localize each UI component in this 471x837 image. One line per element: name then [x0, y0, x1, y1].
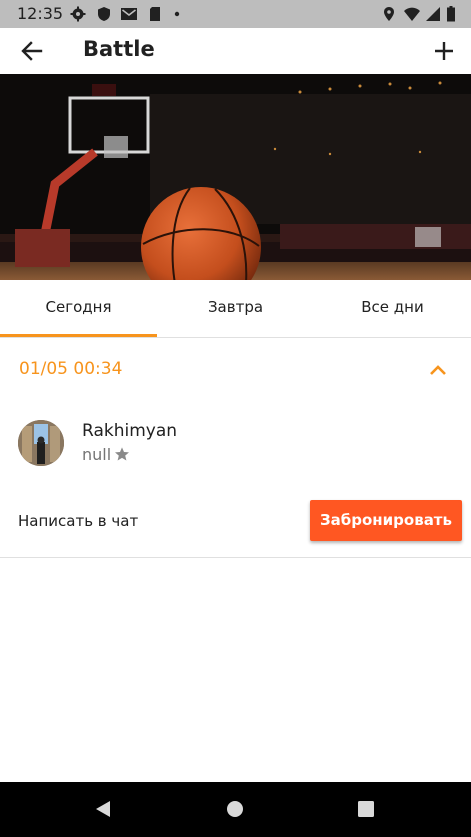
add-icon[interactable] — [430, 37, 458, 65]
tab-today[interactable]: Сегодня — [0, 280, 157, 337]
mail-icon — [121, 8, 137, 20]
banner-image — [0, 74, 471, 280]
home-circle-icon[interactable] — [225, 799, 245, 819]
schedule-datetime: 01/05 00:34 — [19, 359, 123, 379]
user-rating-value: null — [82, 445, 112, 464]
status-time: 12:35 — [17, 4, 64, 23]
avatar-photo — [18, 420, 64, 466]
action-row: Написать в чат Забронировать — [0, 500, 471, 558]
signal-icon — [426, 7, 440, 21]
gear-icon — [70, 6, 86, 22]
avatar — [18, 420, 64, 466]
dot-icon — [174, 11, 180, 17]
arrow-back-icon[interactable] — [18, 37, 46, 65]
page-title: Battle — [83, 37, 155, 61]
user-name: Rakhimyan — [82, 421, 178, 441]
location-icon — [384, 7, 394, 21]
app-bar: Battle — [0, 28, 471, 74]
chevron-up-icon[interactable] — [428, 362, 448, 378]
book-button[interactable]: Забронировать — [310, 500, 462, 541]
tab-tomorrow[interactable]: Завтра — [157, 280, 314, 337]
basketball-court-photo — [0, 74, 471, 280]
nav-bar — [0, 782, 471, 837]
user-item[interactable]: Rakhimyan null — [0, 410, 471, 480]
tab-indicator — [0, 334, 157, 337]
star-icon — [115, 447, 130, 461]
sd-card-icon — [150, 7, 160, 21]
day-tabs: Сегодня Завтра Все дни — [0, 280, 471, 338]
tab-all-days[interactable]: Все дни — [314, 280, 471, 337]
wifi-icon — [404, 7, 420, 21]
shield-icon — [98, 7, 110, 21]
user-rating: null — [82, 445, 130, 464]
schedule-header[interactable]: 01/05 00:34 — [0, 338, 471, 400]
recents-square-icon[interactable] — [356, 799, 376, 819]
chat-link[interactable]: Написать в чат — [18, 512, 138, 530]
back-triangle-icon[interactable] — [93, 799, 113, 819]
battery-icon — [447, 6, 455, 22]
status-bar: 12:35 — [0, 0, 471, 28]
